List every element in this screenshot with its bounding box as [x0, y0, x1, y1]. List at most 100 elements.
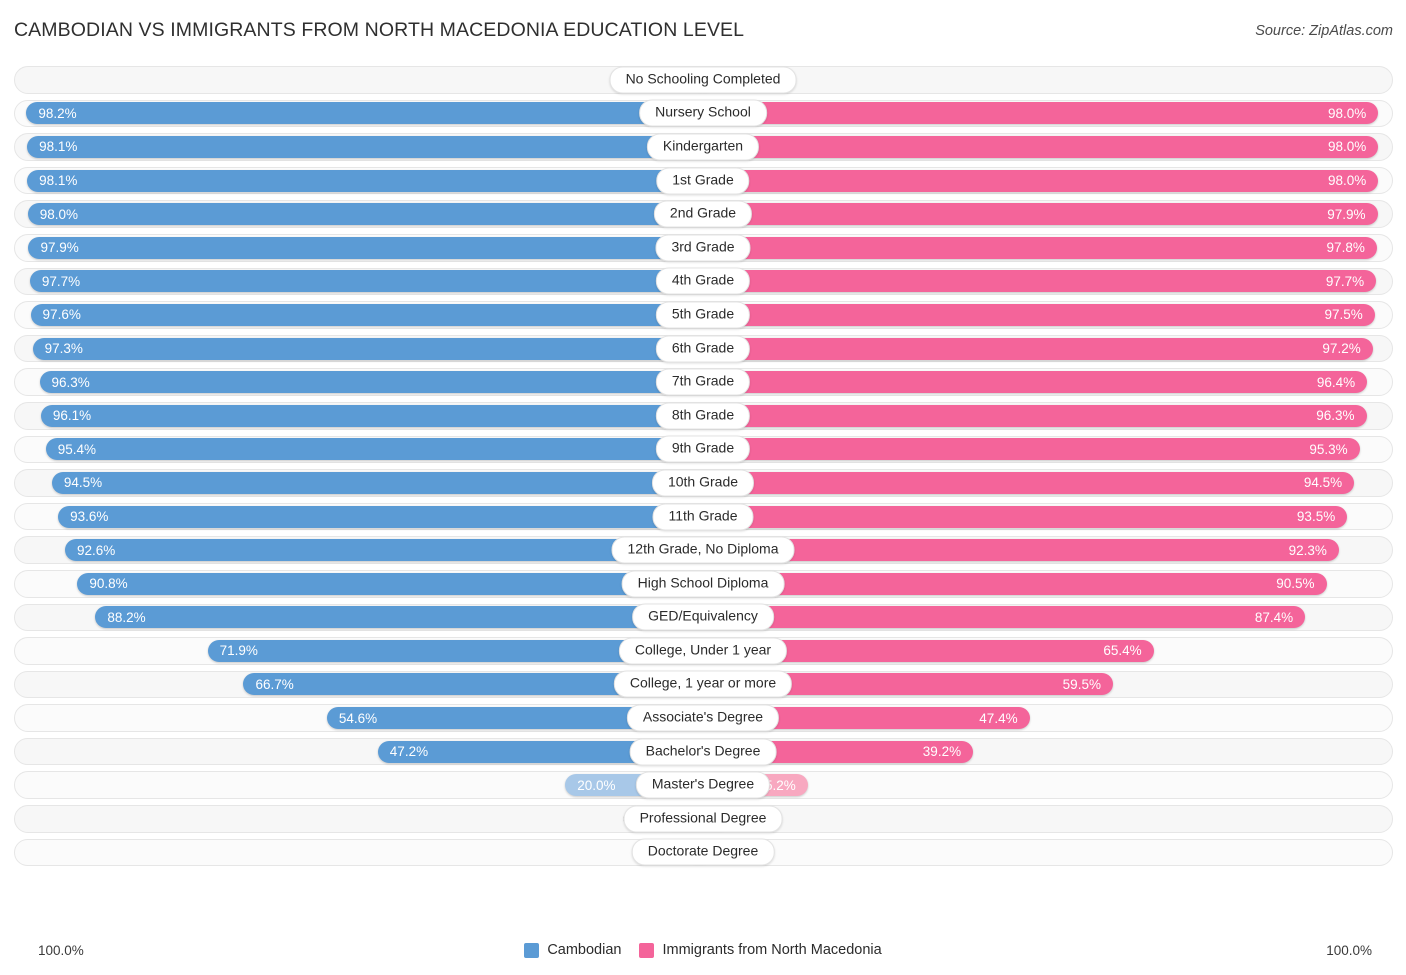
- chart-row: 1.9%2.0%No Schooling Completed: [0, 63, 1406, 97]
- bar-cambodian: 96.1%: [40, 404, 703, 427]
- bar-cambodian: 88.2%: [95, 606, 703, 629]
- bar-value-north-macedonia: 59.5%: [1062, 676, 1101, 692]
- bar-cambodian: 95.4%: [45, 438, 703, 461]
- bar-cambodian: 90.8%: [77, 572, 703, 595]
- legend-swatch-icon: [639, 942, 655, 958]
- bar-value-cambodian: 98.2%: [38, 105, 77, 121]
- bar-value-north-macedonia: 97.9%: [1327, 206, 1366, 222]
- bar-value-north-macedonia: 87.4%: [1254, 609, 1294, 625]
- chart-row: 98.0% 97.9% 2nd Grade: [0, 197, 1406, 231]
- category-label: 7th Grade: [655, 368, 751, 396]
- bar-value-north-macedonia: 97.7%: [1325, 273, 1365, 289]
- category-label: 4th Grade: [655, 267, 751, 295]
- chart-row: 54.6% 47.4% Associate's Degree: [0, 701, 1406, 735]
- legend-label: Cambodian: [547, 942, 622, 958]
- category-label: Nursery School: [639, 99, 767, 127]
- chart-row: 6.0%4.2%Professional Degree: [0, 802, 1406, 836]
- category-label: High School Diploma: [621, 570, 785, 598]
- bar-north-macedonia: 97.7%: [703, 270, 1377, 293]
- bar-value-cambodian: 97.7%: [41, 273, 81, 289]
- bar-value-cambodian: 97.6%: [42, 307, 81, 323]
- bar-value-cambodian: 95.4%: [57, 441, 96, 457]
- category-label: College, 1 year or more: [613, 670, 793, 698]
- bar-cambodian: 97.9%: [28, 236, 703, 259]
- chart-row: 93.6% 93.5% 11th Grade: [0, 500, 1406, 534]
- bar-value-cambodian: 96.3%: [51, 374, 90, 390]
- bar-cambodian: 98.2%: [26, 102, 703, 125]
- chart-row: 97.3% 97.2% 6th Grade: [0, 332, 1406, 366]
- category-label: 10th Grade: [651, 469, 755, 497]
- chart-row: 71.9% 65.4% College, Under 1 year: [0, 634, 1406, 668]
- bar-value-cambodian: 71.9%: [219, 643, 258, 659]
- category-label: 9th Grade: [655, 435, 751, 463]
- bar-cambodian: 98.0%: [27, 203, 703, 226]
- bar-value-cambodian: 94.5%: [63, 475, 103, 491]
- bar-north-macedonia: 95.3%: [703, 438, 1360, 461]
- bar-north-macedonia: 93.5%: [703, 505, 1348, 528]
- chart-row: 97.9% 97.8% 3rd Grade: [0, 231, 1406, 265]
- bar-value-north-macedonia: 98.0%: [1327, 173, 1367, 189]
- bar-value-cambodian: 98.1%: [39, 173, 78, 189]
- category-label: 2nd Grade: [653, 200, 753, 228]
- bar-value-north-macedonia: 97.8%: [1326, 240, 1365, 256]
- bar-value-cambodian: 54.6%: [338, 710, 378, 726]
- bar-value-north-macedonia: 94.5%: [1303, 475, 1343, 491]
- bar-north-macedonia: 92.3%: [703, 539, 1339, 562]
- chart-row: 96.3% 96.4% 7th Grade: [0, 365, 1406, 399]
- bar-cambodian: 93.6%: [58, 505, 703, 528]
- chart-row: 98.1% 98.0% 1st Grade: [0, 164, 1406, 198]
- legend-item: Immigrants from North Macedonia: [639, 942, 882, 958]
- bar-value-cambodian: 98.1%: [39, 139, 78, 155]
- legend-label: Immigrants from North Macedonia: [662, 942, 882, 958]
- bar-value-cambodian: 97.3%: [44, 341, 83, 357]
- bar-value-north-macedonia: 98.0%: [1327, 105, 1367, 121]
- chart-row: 88.2% 87.4% GED/Equivalency: [0, 601, 1406, 635]
- bar-north-macedonia: 98.0%: [703, 102, 1379, 125]
- bar-value-north-macedonia: 97.5%: [1324, 307, 1363, 323]
- bar-value-north-macedonia: 47.4%: [979, 710, 1018, 726]
- bar-value-north-macedonia: 95.3%: [1309, 441, 1348, 457]
- category-label: 11th Grade: [652, 503, 754, 531]
- chart-footer: 100.0% 100.0% Cambodian Immigrants from N…: [0, 935, 1406, 975]
- bar-value-cambodian: 47.2%: [389, 744, 429, 760]
- bar-value-cambodian: 93.6%: [70, 509, 109, 525]
- bar-value-cambodian: 66.7%: [255, 676, 294, 692]
- category-label: Doctorate Degree: [631, 838, 775, 866]
- bar-value-cambodian: 96.1%: [52, 408, 92, 424]
- category-label: 5th Grade: [655, 301, 751, 329]
- chart-row: 94.5% 94.5% 10th Grade: [0, 466, 1406, 500]
- bar-value-cambodian: 20.0%: [577, 777, 616, 793]
- bar-value-north-macedonia: 90.5%: [1276, 576, 1315, 592]
- chart-row: 2.6%1.6%Doctorate Degree: [0, 836, 1406, 870]
- category-label: Associate's Degree: [626, 704, 780, 732]
- bar-north-macedonia: 97.9%: [703, 203, 1378, 226]
- bar-value-north-macedonia: 96.4%: [1316, 374, 1356, 390]
- bar-value-north-macedonia: 65.4%: [1103, 643, 1142, 659]
- chart-row: 20.0% 15.2% Master's Degree: [0, 768, 1406, 802]
- bar-value-cambodian: 90.8%: [89, 576, 128, 592]
- category-label: No Schooling Completed: [609, 66, 797, 94]
- bar-north-macedonia: 94.5%: [703, 471, 1355, 494]
- bar-value-north-macedonia: 97.2%: [1322, 341, 1361, 357]
- chart-row: 97.6% 97.5% 5th Grade: [0, 298, 1406, 332]
- bar-cambodian: 98.1%: [27, 135, 703, 158]
- page-title: CAMBODIAN VS IMMIGRANTS FROM NORTH MACED…: [14, 19, 745, 41]
- bar-north-macedonia: 90.5%: [703, 572, 1327, 595]
- category-label: 3rd Grade: [655, 234, 751, 262]
- category-label: 6th Grade: [655, 335, 751, 363]
- bar-north-macedonia: 97.5%: [703, 303, 1375, 326]
- category-label: 12th Grade, No Diploma: [611, 536, 795, 564]
- bar-north-macedonia: 87.4%: [703, 606, 1306, 629]
- bar-cambodian: 97.6%: [30, 303, 703, 326]
- bar-cambodian: 97.3%: [32, 337, 703, 360]
- chart-row: 47.2% 39.2% Bachelor's Degree: [0, 735, 1406, 769]
- bar-cambodian: 94.5%: [51, 471, 703, 494]
- diverging-bar-chart: 1.9%2.0%No Schooling Completed 98.2% 98.0%…: [0, 63, 1406, 935]
- chart-row: 92.6% 92.3% 12th Grade, No Diploma: [0, 533, 1406, 567]
- bar-cambodian: 97.7%: [29, 270, 703, 293]
- chart-header: CAMBODIAN VS IMMIGRANTS FROM NORTH MACED…: [0, 0, 1406, 58]
- category-label: Professional Degree: [623, 805, 783, 833]
- bar-value-north-macedonia: 98.0%: [1327, 139, 1367, 155]
- bar-cambodian: 92.6%: [65, 539, 703, 562]
- category-label: 1st Grade: [656, 167, 750, 195]
